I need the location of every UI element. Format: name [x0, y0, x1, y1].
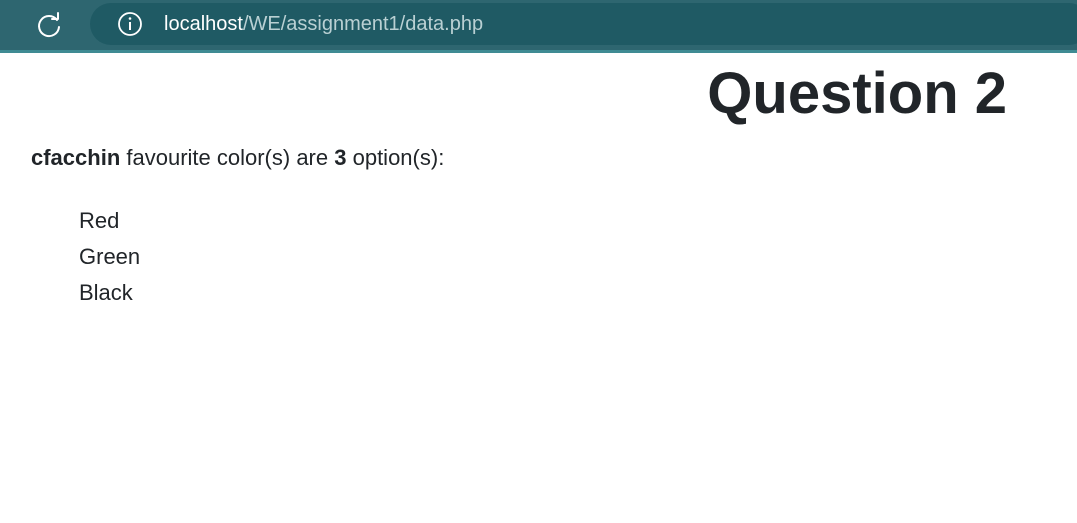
info-icon: [118, 12, 142, 36]
color-item-green: Green: [79, 244, 141, 269]
summary-text-after: option(s):: [346, 145, 445, 170]
page-title: Question 2: [707, 61, 1007, 126]
color-summary: cfacchin favourite color(s) are 3 option…: [31, 144, 444, 172]
color-item-black: Black: [79, 280, 133, 305]
color-item-red: Red: [79, 208, 120, 233]
url-text[interactable]: localhost/WE/assignment1/data.php: [164, 12, 483, 36]
username: cfacchin: [31, 145, 121, 170]
site-info-button[interactable]: [117, 11, 143, 37]
favourite-colors-list: Red Green Black: [79, 203, 140, 311]
summary-text-before: favourite color(s) are: [120, 145, 335, 170]
browser-toolbar: localhost/WE/assignment1/data.php: [0, 0, 1077, 53]
reload-icon: [38, 12, 60, 38]
url-path: /WE/assignment1/data.php: [242, 13, 484, 35]
option-count: 3: [334, 145, 347, 170]
reload-button[interactable]: [33, 9, 65, 41]
url-host: localhost: [164, 13, 243, 35]
